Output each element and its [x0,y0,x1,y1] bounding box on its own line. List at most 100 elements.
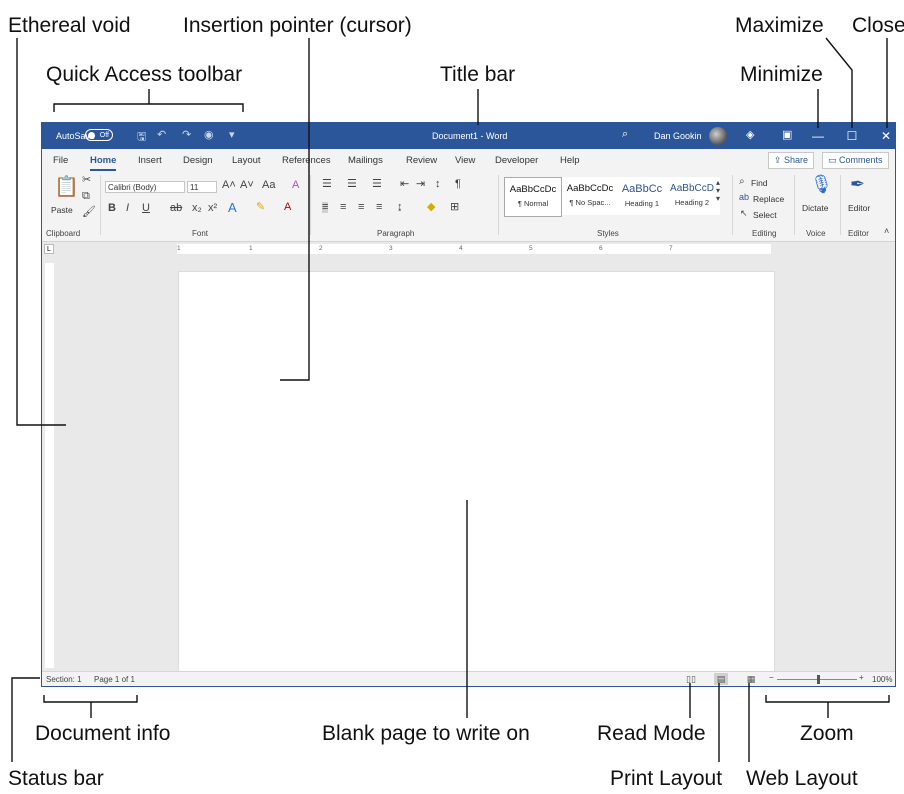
tab-design[interactable]: Design [183,155,213,166]
subscript-icon[interactable]: x₂ [192,203,202,214]
underline-icon[interactable]: U [142,203,150,214]
line-spacing-icon[interactable]: ↨ [397,202,403,213]
copy-icon[interactable]: ⧉ [82,191,90,202]
superscript-icon[interactable]: x² [208,203,217,214]
shading-icon[interactable]: ◆ [427,202,435,213]
show-hide-icon[interactable]: ¶ [455,179,461,190]
sort-icon[interactable]: ↕ [435,179,441,190]
increase-indent-icon[interactable]: ⇥ [416,179,425,190]
change-case-icon[interactable]: Aa [262,180,275,191]
bullets-icon[interactable]: ☰ [322,179,332,190]
tab-developer[interactable]: Developer [495,155,538,166]
close-button[interactable]: ✕ [872,126,895,146]
style-no-spacing-preview: AaBbCcDc [566,183,614,194]
horizontal-ruler[interactable]: 1 1 2 3 4 5 6 7 [177,244,771,254]
tab-view[interactable]: View [455,155,475,166]
grow-font-icon[interactable]: A˄ [222,180,236,191]
font-name-combo[interactable]: Calibri (Body) [105,181,185,193]
find-label[interactable]: Find [751,178,768,188]
diamond-icon[interactable]: ◈ [746,128,754,141]
format-painter-icon[interactable]: 🖌 [82,207,96,218]
collapse-ribbon-icon[interactable]: ˄ [884,227,889,236]
tab-references[interactable]: References [282,155,331,166]
clear-formatting-icon[interactable]: A [292,180,299,191]
share-icon: ⇪ [774,155,785,165]
align-right-icon[interactable]: ≡ [358,202,364,213]
zoom-level[interactable]: 100% [872,675,892,684]
user-name[interactable]: Dan Gookin [654,131,702,141]
decrease-indent-icon[interactable]: ⇤ [400,179,409,190]
font-size-combo[interactable]: 11 [187,181,217,193]
align-center-icon[interactable]: ≡ [340,202,346,213]
paste-label[interactable]: Paste [51,205,73,215]
autosave-toggle[interactable]: Off [85,129,113,141]
replace-label[interactable]: Replace [753,194,784,204]
borders-icon[interactable]: ⊞ [450,202,459,213]
search-icon[interactable]: ⌕ [622,128,628,141]
select-icon[interactable]: ↖ [740,209,748,218]
web-layout-icon[interactable]: ▦ [744,673,758,685]
style-no-spacing[interactable]: AaBbCcDc ¶ No Spac... [562,177,618,215]
microphone-icon[interactable]: 🎙 [810,175,833,193]
zoom-in-icon[interactable]: + [859,673,864,682]
tab-home[interactable]: Home [90,155,117,171]
minimize-button[interactable]: — [804,126,832,146]
styles-scroll-icon[interactable]: ▴ ▾ ▾ [716,179,720,203]
title-bar: AutoSave Off 🖫 ↶ ↷ ◉ ▾ Document1 - Word … [42,123,895,149]
align-left-icon[interactable]: ≡ [322,202,329,213]
share-button[interactable]: ⇪ Share [768,152,815,169]
redo-icon[interactable]: ↷ [182,128,191,141]
tab-selector[interactable]: L [44,244,54,254]
style-heading-1[interactable]: AaBbCc Heading 1 [614,177,670,215]
shrink-font-icon[interactable]: A˅ [240,180,254,191]
editor-label[interactable]: Editor [848,203,870,213]
select-label[interactable]: Select [753,210,777,220]
strikethrough-icon[interactable]: ab [170,203,182,214]
touch-mode-icon[interactable]: ◉ [204,128,214,141]
cut-icon[interactable]: ✂ [82,175,91,186]
style-heading-2[interactable]: AaBbCcD Heading 2 [664,177,720,215]
style-heading-1-preview: AaBbCc [621,183,663,195]
tab-insert[interactable]: Insert [138,155,162,166]
comment-icon: ▭ [828,155,840,165]
ruler-mark: 3 [389,245,393,252]
undo-icon[interactable]: ↶ [157,128,166,141]
read-mode-icon[interactable]: ▯▯ [684,673,698,685]
vertical-ruler[interactable] [45,263,54,668]
justify-icon[interactable]: ≡ [376,202,382,213]
customize-qat-icon[interactable]: ▾ [229,128,235,141]
tab-mailings[interactable]: Mailings [348,155,383,166]
text-effects-icon[interactable]: A [228,201,237,214]
bold-icon[interactable]: B [108,203,116,214]
font-color-icon[interactable]: A [284,202,291,213]
document-page[interactable] [178,271,775,673]
tab-layout[interactable]: Layout [232,155,261,166]
paste-icon[interactable]: 📋 [54,177,79,197]
maximize-button[interactable]: ☐ [838,126,866,146]
multilevel-list-icon[interactable]: ☰ [372,179,382,190]
save-icon[interactable]: 🖫 [137,128,146,147]
print-layout-icon[interactable]: ▤ [714,673,728,685]
page-info[interactable]: Page 1 of 1 [94,675,135,684]
numbering-icon[interactable]: ☰ [347,179,357,190]
tab-review[interactable]: Review [406,155,437,166]
replace-icon[interactable]: ab [739,193,749,202]
ribbon-display-icon[interactable]: ▣ [782,128,792,141]
zoom-slider-thumb[interactable] [817,675,820,684]
italic-icon[interactable]: I [126,203,129,214]
tab-file[interactable]: File [53,155,68,166]
editor-pen-icon[interactable]: ✒ [850,175,865,193]
dictate-label[interactable]: Dictate [802,203,828,213]
ruler-mark: 1 [249,245,253,252]
style-normal[interactable]: AaBbCcDc ¶ Normal [504,177,562,217]
section-info[interactable]: Section: 1 [46,675,82,684]
find-icon[interactable]: ⌕ [739,177,745,187]
tab-help[interactable]: Help [560,155,580,166]
comments-button[interactable]: ▭ Comments [822,152,889,169]
zoom-out-icon[interactable]: − [769,673,774,682]
callout-read-mode: Read Mode [597,722,706,745]
ruler-mark: 7 [669,245,673,252]
avatar[interactable] [709,127,727,145]
highlight-icon[interactable]: ✎ [256,202,265,213]
callout-ethereal-void: Ethereal void [8,14,131,37]
